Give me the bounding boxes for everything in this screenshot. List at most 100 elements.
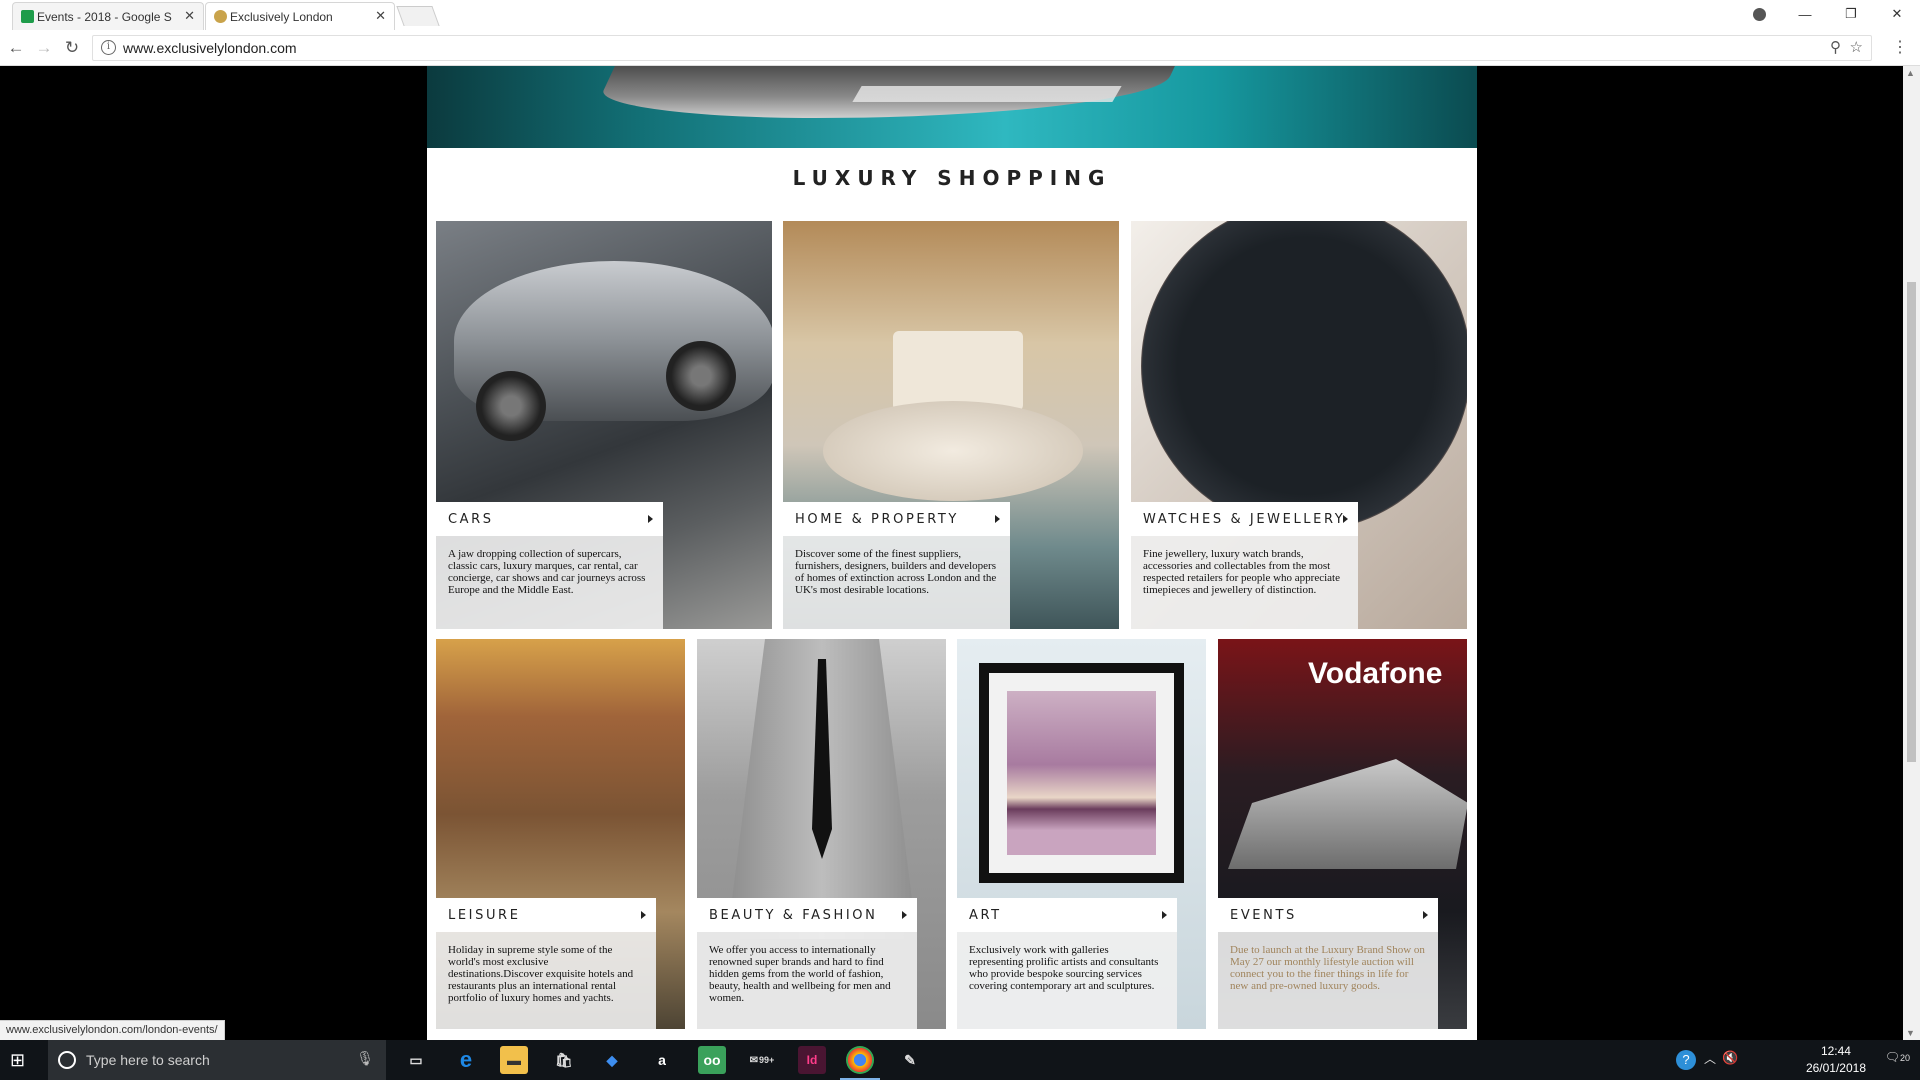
forward-arrow-icon[interactable]: → (32, 36, 56, 60)
taskbar-search-box[interactable]: Type here to search 🎙 (48, 1040, 386, 1080)
sofa-shape (893, 331, 1023, 411)
category-link-art[interactable]: ART (957, 898, 1177, 932)
caret-right-icon (1343, 515, 1348, 523)
search-placeholder: Type here to search (86, 1052, 210, 1068)
menu-icon[interactable]: ⋮ (1892, 37, 1908, 57)
category-link-cars[interactable]: CARS (436, 502, 663, 536)
cortana-icon (58, 1051, 76, 1069)
help-icon[interactable]: ? (1676, 1050, 1696, 1070)
wheel-shape (476, 371, 546, 441)
category-description: Fine jewellery, luxury watch brands, acc… (1131, 536, 1358, 629)
category-title: WATCHES & JEWELLERY (1143, 511, 1346, 527)
new-tab-button[interactable] (396, 6, 440, 26)
tripadvisor-icon[interactable]: oo (698, 1046, 726, 1074)
category-card-beauty-fashion[interactable]: BEAUTY & FASHION We offer you access to … (697, 639, 946, 1029)
mail-icon[interactable]: ✉ 99+ (748, 1046, 776, 1074)
section-title: LUXURY SHOPPING (792, 166, 1112, 190)
category-link-watches-jewellery[interactable]: WATCHES & JEWELLERY (1131, 502, 1358, 536)
clock[interactable]: 12:44 26/01/2018 (1806, 1043, 1866, 1077)
f1-car-shape (1228, 759, 1467, 869)
info-icon[interactable]: i (101, 40, 116, 55)
caret-right-icon (1423, 911, 1428, 919)
link-status-bubble: www.exclusivelylondon.com/london-events/ (0, 1020, 225, 1040)
category-link-home-property[interactable]: HOME & PROPERTY (783, 502, 1010, 536)
tab-events-sheet[interactable]: Events - 2018 - Google S ✕ (12, 2, 204, 30)
category-description: We offer you access to internationally r… (697, 932, 917, 1029)
category-description: Due to launch at the Luxury Brand Show o… (1218, 932, 1438, 1029)
zoom-icon[interactable]: ⚲ (1830, 38, 1841, 56)
store-icon[interactable]: 🛍 (550, 1046, 578, 1074)
category-title: ART (969, 907, 1002, 923)
table-shape (823, 401, 1083, 501)
scroll-down-icon[interactable]: ▼ (1906, 1028, 1915, 1038)
sponsor-wordmark: Vodafone (1308, 657, 1443, 690)
screen: Events - 2018 - Google S ✕ Exclusively L… (0, 0, 1920, 1080)
category-title: CARS (448, 511, 494, 527)
category-link-leisure[interactable]: LEISURE (436, 898, 656, 932)
category-card-watches-jewellery[interactable]: WATCHES & JEWELLERY Fine jewellery, luxu… (1131, 221, 1467, 629)
action-center-icon[interactable]: 🗨20 (1885, 1050, 1910, 1064)
volume-muted-icon[interactable]: 🔇 (1722, 1050, 1738, 1066)
windows-taskbar: ⊞ Type here to search 🎙 ▭ e ▬ 🛍 ◆ a oo ✉… (0, 1040, 1920, 1080)
category-card-cars[interactable]: CARS A jaw dropping collection of superc… (436, 221, 772, 629)
address-bar[interactable]: i www.exclusivelylondon.com ⚲ ☆ (92, 35, 1872, 61)
close-tab-icon[interactable]: ✕ (375, 8, 386, 24)
dropbox-icon[interactable]: ◆ (598, 1046, 626, 1074)
watch-dial-shape (1141, 221, 1467, 531)
notification-count: 20 (1899, 1053, 1910, 1063)
category-link-beauty-fashion[interactable]: BEAUTY & FASHION (697, 898, 917, 932)
task-view-icon[interactable]: ▭ (402, 1046, 430, 1074)
scrollbar-thumb[interactable] (1907, 282, 1916, 762)
amazon-icon[interactable]: a (648, 1046, 676, 1074)
caret-right-icon (902, 911, 907, 919)
site-logo-icon (214, 10, 227, 23)
wheel-shape (666, 341, 736, 411)
clock-time: 12:44 (1820, 1044, 1851, 1058)
chevron-up-icon[interactable]: ︿ (1704, 1050, 1716, 1067)
tab-label: Exclusively London (230, 9, 333, 24)
category-card-events[interactable]: Vodafone EVENTS Due to launch at the Lux… (1218, 639, 1467, 1029)
bookmark-star-icon[interactable]: ☆ (1850, 38, 1863, 56)
category-description: Exclusively work with galleries represen… (957, 932, 1177, 1029)
browser-toolbar: ← → ↻ i www.exclusivelylondon.com ⚲ ☆ ⋮ (0, 30, 1920, 66)
page-scrollbar[interactable]: ▲ ▼ (1903, 66, 1920, 1040)
picture-frame (979, 663, 1184, 883)
yacht-deck (852, 86, 1122, 102)
app-icon[interactable]: ✎ (896, 1046, 924, 1074)
edge-icon[interactable]: e (452, 1046, 480, 1074)
indesign-icon[interactable]: Id (798, 1046, 826, 1074)
category-link-events[interactable]: EVENTS (1218, 898, 1438, 932)
profile-icon[interactable] (1736, 0, 1782, 28)
picture-mat (989, 673, 1174, 873)
category-description: Discover some of the finest suppliers, f… (783, 536, 1010, 629)
caret-right-icon (648, 515, 653, 523)
back-arrow-icon[interactable]: ← (4, 36, 28, 60)
category-card-home-property[interactable]: HOME & PROPERTY Discover some of the fin… (783, 221, 1119, 629)
category-title: HOME & PROPERTY (795, 511, 959, 527)
scroll-up-icon[interactable]: ▲ (1906, 68, 1915, 78)
page-content: LUXURY SHOPPING CARS A jaw dropping coll… (427, 66, 1477, 1040)
caret-right-icon (641, 911, 646, 919)
tab-exclusively-london[interactable]: Exclusively London ✕ (205, 2, 395, 30)
hero-yacht-image (427, 66, 1477, 148)
reload-icon[interactable]: ↻ (60, 36, 84, 60)
windows-start-icon[interactable]: ⊞ (10, 1050, 32, 1070)
caret-right-icon (1162, 911, 1167, 919)
category-card-art[interactable]: ART Exclusively work with galleries repr… (957, 639, 1206, 1029)
chrome-icon[interactable] (846, 1046, 874, 1074)
category-card-leisure[interactable]: LEISURE Holiday in supreme style some of… (436, 639, 685, 1029)
category-title: EVENTS (1230, 907, 1297, 923)
microphone-icon[interactable]: 🎙 (356, 1050, 374, 1067)
address-url: www.exclusivelylondon.com (123, 40, 297, 56)
caret-right-icon (995, 515, 1000, 523)
minimize-button[interactable]: — (1782, 0, 1828, 28)
file-explorer-icon[interactable]: ▬ (500, 1046, 528, 1074)
tab-label: Events - 2018 - Google S (37, 9, 172, 24)
category-description: Holiday in supreme style some of the wor… (436, 932, 656, 1029)
close-window-button[interactable]: ✕ (1874, 0, 1920, 28)
sheets-icon (21, 10, 34, 23)
close-tab-icon[interactable]: ✕ (184, 8, 195, 24)
restore-button[interactable]: ❐ (1828, 0, 1874, 28)
browser-tab-strip: Events - 2018 - Google S ✕ Exclusively L… (0, 0, 1920, 30)
category-title: BEAUTY & FASHION (709, 907, 878, 923)
